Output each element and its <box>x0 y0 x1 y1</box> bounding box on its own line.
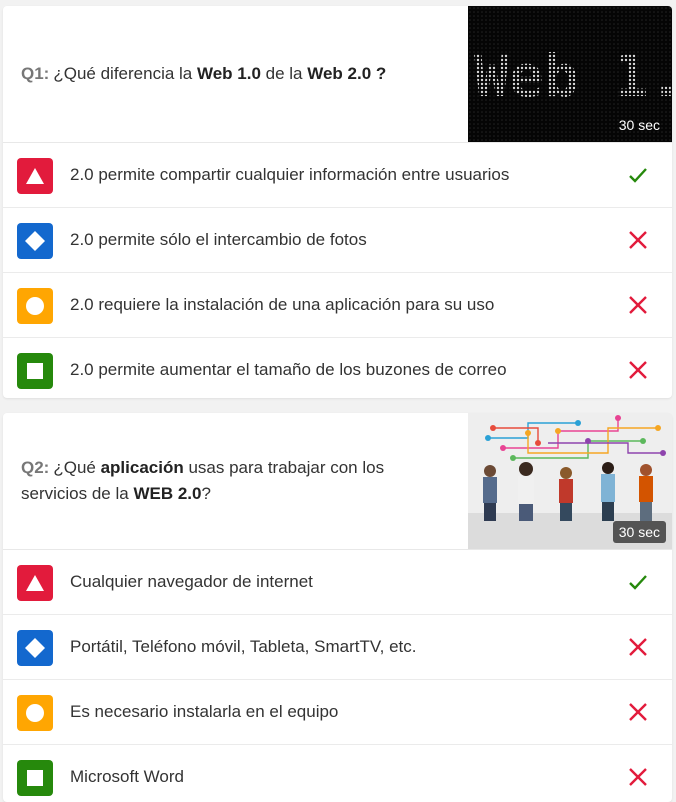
answer-text: 2.0 permite compartir cualquier informac… <box>70 165 510 184</box>
diamond-icon <box>25 231 45 251</box>
question-image: 30 sec <box>468 413 672 549</box>
question-header: Q2: ¿Qué aplicación usas para trabajar co… <box>3 413 672 550</box>
answer-shape-blue <box>17 630 53 666</box>
web-1-0-image-text: Web 1.0 <box>474 42 672 110</box>
cross-icon <box>629 231 647 249</box>
answer-text: Es necesario instalarla en el equipo <box>70 702 339 721</box>
answer-option[interactable]: 2.0 permite aumentar el tamaño de los bu… <box>3 338 672 398</box>
square-icon <box>27 770 43 786</box>
cross-icon <box>629 296 647 314</box>
question-text-bold: Web 1.0 <box>196 64 261 83</box>
question-text-part: ¿Qué diferencia la <box>53 64 197 83</box>
question-text-bold: Web 2.0 ? <box>307 64 387 83</box>
answer-shape-green <box>17 760 53 796</box>
checkmark-icon <box>629 575 647 590</box>
answer-text: Cualquier navegador de internet <box>70 572 313 591</box>
answer-text: 2.0 requiere la instalación de una aplic… <box>70 295 495 314</box>
answer-shape-green <box>17 353 53 389</box>
checkmark-icon <box>629 168 647 183</box>
answer-shape-yellow <box>17 288 53 324</box>
timer-badge: 30 sec <box>618 117 660 133</box>
answer-option[interactable]: 2.0 permite sólo el intercambio de fotos <box>3 208 672 273</box>
answer-text: 2.0 permite sólo el intercambio de fotos <box>70 230 367 249</box>
question-text-bold: WEB 2.0 <box>133 484 202 503</box>
cross-icon <box>629 638 647 656</box>
square-icon <box>27 363 43 379</box>
diamond-icon <box>25 638 45 658</box>
answer-option[interactable]: Portátil, Teléfono móvil, Tableta, Smart… <box>3 615 672 680</box>
question-text-part: ¿Qué <box>53 458 101 477</box>
triangle-icon <box>26 575 44 591</box>
answer-text: Portátil, Teléfono móvil, Tableta, Smart… <box>70 637 417 656</box>
question-text: Q2: ¿Qué aplicación usas para trabajar co… <box>21 413 461 549</box>
cross-icon <box>629 768 647 786</box>
answer-option[interactable]: Microsoft Word <box>3 745 672 802</box>
answer-option[interactable]: 2.0 permite compartir cualquier informac… <box>3 143 672 208</box>
circle-icon <box>26 704 44 722</box>
question-image: Web 1.0 30 sec <box>468 6 672 142</box>
timer-badge: 30 sec <box>612 521 666 543</box>
answer-shape-red <box>17 158 53 194</box>
answer-option[interactable]: 2.0 requiere la instalación de una aplic… <box>3 273 672 338</box>
question-card-2[interactable]: Q2: ¿Qué aplicación usas para trabajar co… <box>3 413 672 802</box>
answer-shape-red <box>17 565 53 601</box>
question-number: Q2: <box>21 458 50 477</box>
answer-text: 2.0 permite aumentar el tamaño de los bu… <box>70 360 507 379</box>
question-text-part: de la <box>260 64 308 83</box>
answer-text: Microsoft Word <box>70 767 184 786</box>
question-text: Q1: ¿Qué diferencia la Web 1.0 de la Web … <box>21 6 461 142</box>
question-text-bold: aplicación <box>100 458 184 477</box>
answer-option[interactable]: Es necesario instalarla en el equipo <box>3 680 672 745</box>
answer-option[interactable]: Cualquier navegador de internet <box>3 550 672 615</box>
answer-shape-yellow <box>17 695 53 731</box>
cross-icon <box>629 703 647 721</box>
triangle-icon <box>26 168 44 184</box>
answer-shape-blue <box>17 223 53 259</box>
circle-icon <box>26 297 44 315</box>
question-card-1[interactable]: Q1: ¿Qué diferencia la Web 1.0 de la Web … <box>3 6 672 398</box>
question-number: Q1: <box>21 64 50 83</box>
question-header: Q1: ¿Qué diferencia la Web 1.0 de la Web … <box>3 6 672 143</box>
cross-icon <box>629 361 647 379</box>
question-text-part: ? <box>201 484 211 503</box>
